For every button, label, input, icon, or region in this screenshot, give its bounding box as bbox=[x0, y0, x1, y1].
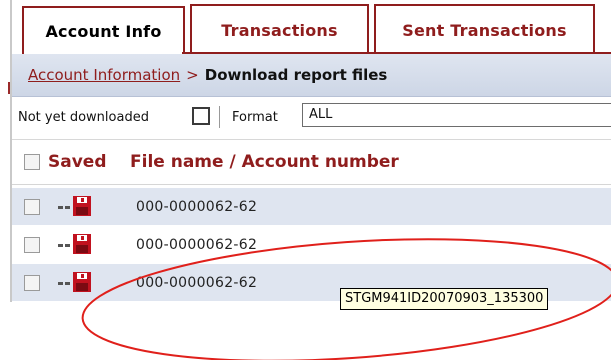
save-floppy-icon[interactable] bbox=[55, 270, 99, 294]
column-header-file-name: File name / Account number bbox=[130, 152, 399, 172]
format-label: Format bbox=[232, 110, 278, 125]
tab-label: Transactions bbox=[221, 20, 338, 40]
format-select[interactable]: ALL bbox=[302, 103, 611, 127]
table-row: 000-0000062-62 bbox=[12, 188, 611, 226]
breadcrumb-current: Download report files bbox=[204, 66, 388, 84]
row-checkbox[interactable] bbox=[24, 237, 40, 253]
not-yet-downloaded-checkbox[interactable] bbox=[192, 107, 210, 125]
table-row: 000-0000062-62 bbox=[12, 226, 611, 264]
left-edge-marker bbox=[8, 82, 10, 94]
tab-sent-transactions[interactable]: Sent Transactions bbox=[374, 4, 595, 54]
not-yet-downloaded-label: Not yet downloaded bbox=[18, 110, 149, 125]
breadcrumb: Account Information > Download report fi… bbox=[12, 54, 611, 97]
save-floppy-icon[interactable] bbox=[55, 232, 99, 256]
tab-account-info[interactable]: Account Info bbox=[22, 6, 185, 54]
row-checkbox[interactable] bbox=[24, 199, 40, 215]
select-all-checkbox[interactable] bbox=[24, 154, 40, 170]
filter-divider bbox=[219, 106, 220, 128]
save-floppy-icon[interactable] bbox=[55, 194, 99, 218]
tab-transactions[interactable]: Transactions bbox=[190, 4, 369, 54]
tab-label: Account Info bbox=[45, 21, 162, 41]
row-file-name: 000-0000062-62 bbox=[136, 199, 258, 215]
filename-tooltip: STGM941ID20070903_135300 bbox=[340, 288, 549, 310]
filter-bar: Not yet downloaded Format ALL bbox=[12, 97, 611, 140]
tab-strip: Account Info Transactions Sent Transacti… bbox=[12, 0, 611, 54]
tab-label: Sent Transactions bbox=[402, 20, 567, 40]
row-file-name: 000-0000062-62 bbox=[136, 237, 258, 253]
breadcrumb-link-account-information[interactable]: Account Information bbox=[28, 66, 180, 84]
row-file-name: 000-0000062-62 bbox=[136, 275, 258, 291]
breadcrumb-separator: > bbox=[186, 66, 199, 84]
table-header: Saved File name / Account number bbox=[12, 140, 611, 185]
column-header-saved: Saved bbox=[48, 152, 107, 172]
row-checkbox[interactable] bbox=[24, 275, 40, 291]
